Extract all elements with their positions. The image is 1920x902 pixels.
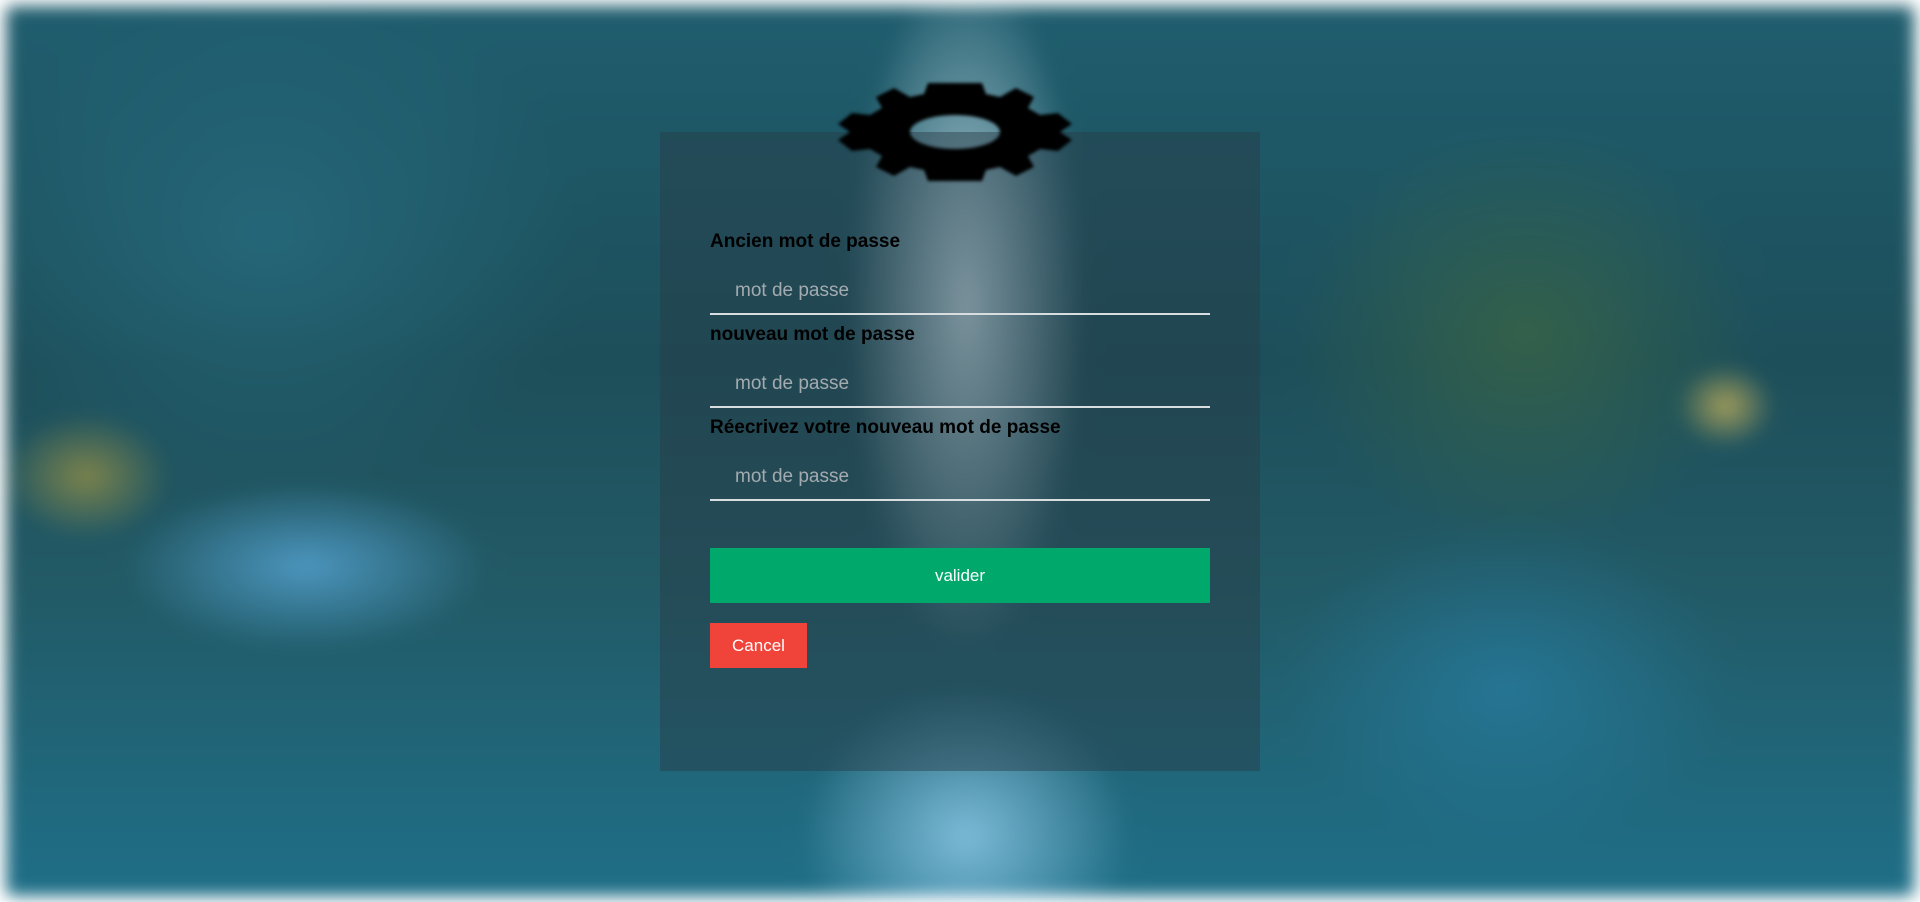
change-password-card <box>660 132 1260 771</box>
new-password-label: nouveau mot de passe <box>710 324 915 345</box>
confirm-password-input[interactable] <box>710 455 1210 501</box>
new-password-input[interactable] <box>710 362 1210 408</box>
gear-icon <box>838 83 1072 181</box>
old-password-input[interactable] <box>710 269 1210 315</box>
cancel-button[interactable]: Cancel <box>710 623 807 668</box>
confirm-password-label: Réecrivez votre nouveau mot de passe <box>710 417 1061 438</box>
validate-button[interactable]: valider <box>710 548 1210 603</box>
old-password-label: Ancien mot de passe <box>710 231 901 252</box>
